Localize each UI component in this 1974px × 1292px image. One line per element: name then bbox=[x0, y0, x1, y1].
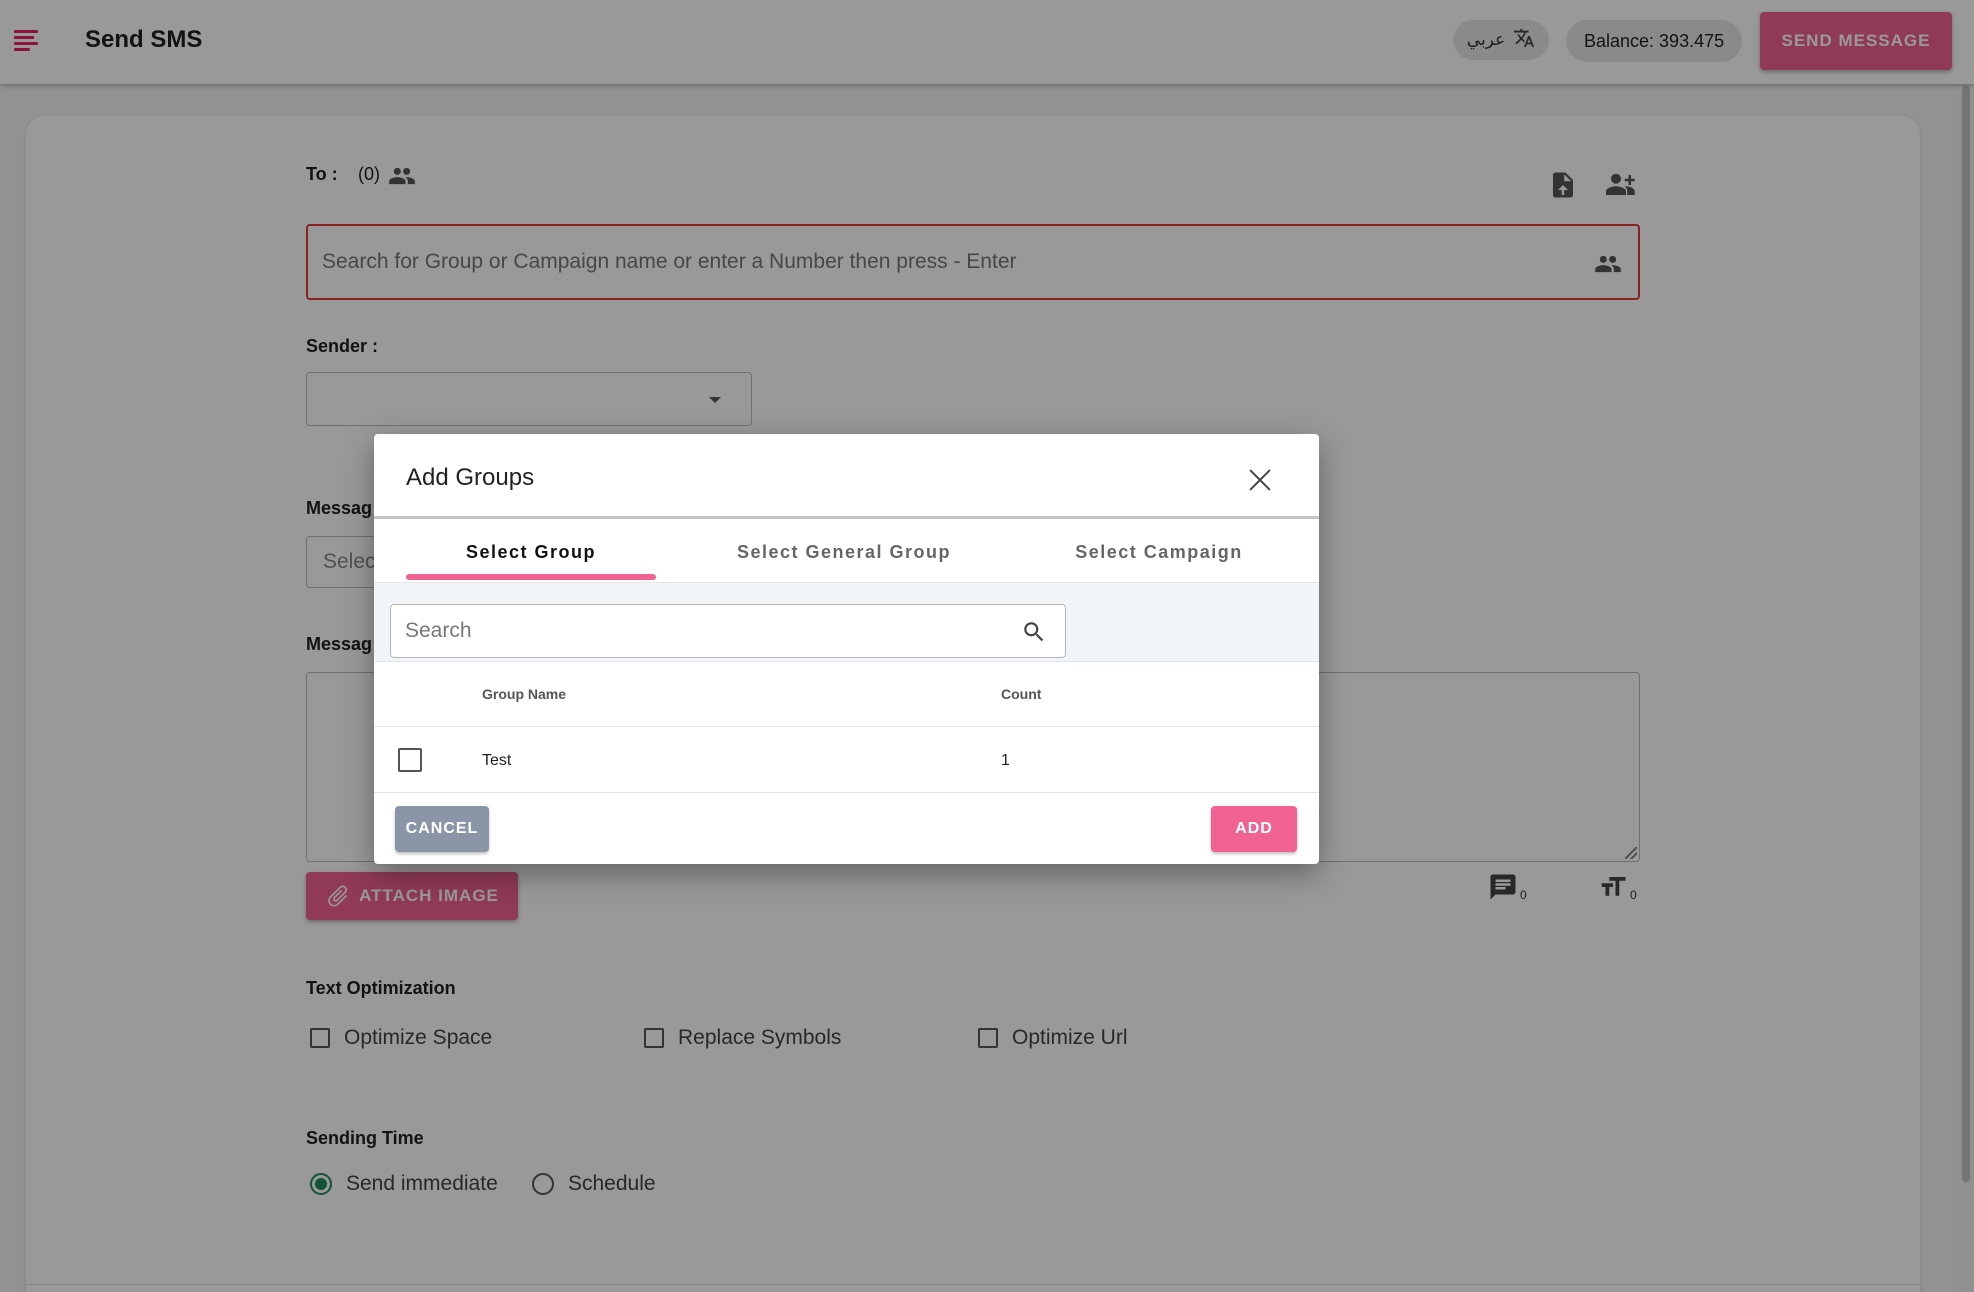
group-count-cell: 1 bbox=[1001, 752, 1010, 769]
group-search-input[interactable] bbox=[405, 605, 1005, 657]
active-tab-indicator bbox=[406, 574, 656, 580]
tab-select-general-group[interactable]: Select General Group bbox=[719, 520, 969, 584]
group-search bbox=[390, 604, 1066, 658]
dialog-title: Add Groups bbox=[406, 464, 535, 491]
tab-select-campaign[interactable]: Select Campaign bbox=[1034, 520, 1284, 584]
add-button[interactable]: ADD bbox=[1211, 806, 1297, 852]
cancel-button[interactable]: CANCEL bbox=[395, 806, 489, 852]
divider bbox=[374, 792, 1319, 793]
row-checkbox[interactable] bbox=[398, 748, 422, 772]
divider bbox=[374, 726, 1319, 727]
column-header-group-name[interactable]: Group Name bbox=[482, 686, 566, 702]
divider bbox=[374, 516, 1319, 519]
add-groups-dialog: Add Groups Select Group Select General G… bbox=[374, 434, 1319, 864]
column-header-count[interactable]: Count bbox=[1001, 686, 1041, 702]
close-icon[interactable] bbox=[1246, 466, 1274, 494]
group-name-cell: Test bbox=[482, 752, 512, 769]
search-icon[interactable] bbox=[1021, 619, 1047, 650]
